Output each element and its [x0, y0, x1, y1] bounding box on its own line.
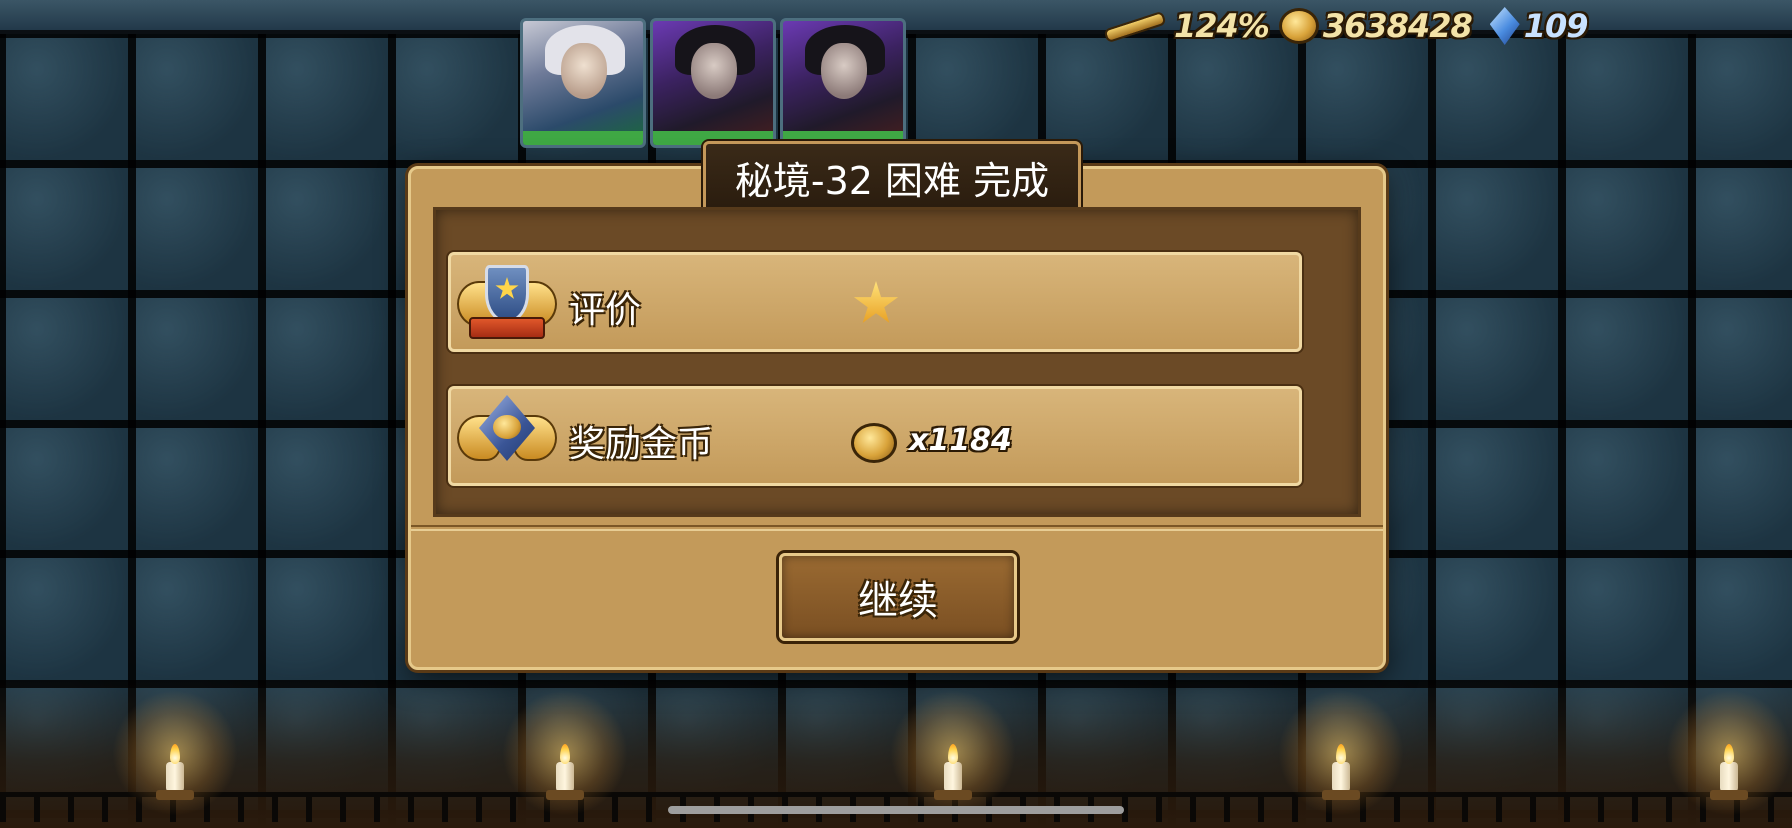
divider: [411, 525, 1383, 531]
spyglass-icon: [1100, 10, 1170, 44]
candle-icon: [890, 690, 1016, 816]
star-icon: [853, 281, 899, 323]
candle-icon: [112, 690, 238, 816]
gem-amount: 109: [1523, 7, 1589, 45]
reward-amount: x1184: [909, 423, 1012, 458]
resource-bar: 124% 3638428 109: [1100, 6, 1598, 46]
stage-complete-dialog: 秘境-32 困难 完成 评价 奖励金币 x1184 继续: [408, 141, 1386, 670]
hero-portraits: [520, 18, 906, 148]
hero-portrait-elf[interactable]: [520, 18, 646, 148]
rating-label: 评价: [569, 290, 642, 331]
candle-icon: [502, 690, 628, 816]
blue-gem-icon: [1489, 7, 1520, 45]
coin-medal-emblem-icon: [455, 393, 559, 485]
reward-row: 奖励金币 x1184: [448, 386, 1302, 486]
continue-button[interactable]: 继续: [779, 553, 1017, 641]
continue-label: 继续: [858, 578, 938, 624]
dialog-title: 秘境-32 困难 完成: [734, 158, 1050, 203]
hero-portrait-archer[interactable]: [780, 18, 906, 148]
candle-icon: [1278, 690, 1404, 816]
exploration-percent: 124%: [1174, 7, 1270, 45]
winged-shield-emblem-icon: [455, 259, 559, 351]
gold-amount: 3638428: [1322, 7, 1473, 45]
dialog-title-plate: 秘境-32 困难 完成: [703, 141, 1081, 213]
hero-portrait-archer[interactable]: [650, 18, 776, 148]
rating-row: 评价: [448, 252, 1302, 352]
result-panel: 评价 奖励金币 x1184: [433, 207, 1361, 517]
home-indicator[interactable]: [668, 806, 1124, 814]
candle-icon: [1666, 690, 1792, 816]
gold-coin-icon: [1278, 8, 1319, 44]
reward-label: 奖励金币: [569, 424, 714, 465]
gold-coin-icon: [851, 423, 897, 463]
